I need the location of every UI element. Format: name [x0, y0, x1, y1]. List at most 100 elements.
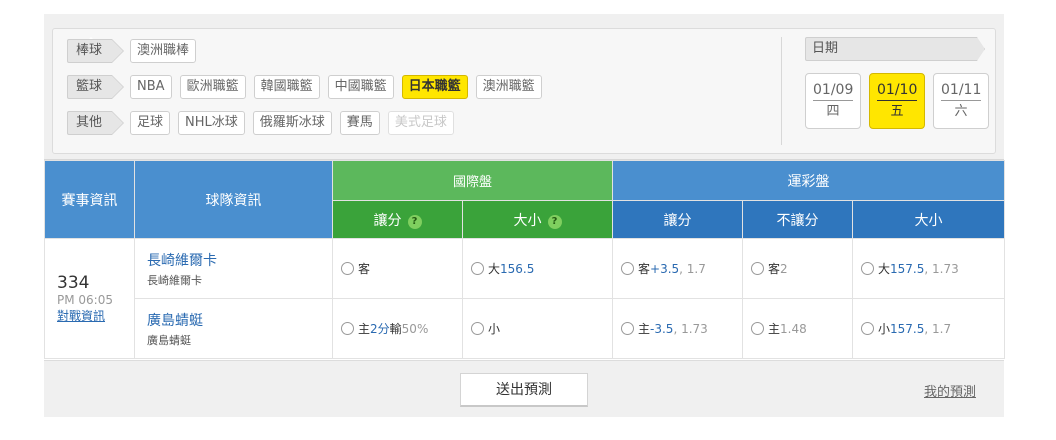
option-odds: 2 — [780, 262, 788, 276]
radio-button[interactable] — [621, 262, 635, 275]
option-odds: , 1.73 — [924, 262, 959, 276]
odds-table: 賽事資訊 球隊資訊 國際盤 運彩盤 讓分? 大小? 讓分 不讓分 大小 334 … — [44, 160, 1006, 359]
col-game-info: 賽事資訊 — [44, 160, 135, 239]
date-value: 01/10 — [877, 80, 917, 101]
table-row: 334 PM 06:05 對戰資訊 長崎維爾卡 長崎維爾卡 客 大156.5 客… — [44, 238, 1006, 359]
option-text: 主 — [358, 322, 371, 336]
col-sports-nohandicap: 不讓分 — [742, 200, 854, 239]
radio-button[interactable] — [861, 262, 875, 275]
option-intl-total[interactable]: 大156.5 — [461, 238, 614, 299]
table-row: 廣島蜻蜓 廣島蜻蜓 主2分輸50% 小 主-3.5, 1.73 主1.48 小1… — [45, 298, 1006, 359]
category-label-basketball: 籃球 — [67, 75, 125, 99]
option-odds: , 1.7 — [924, 322, 952, 336]
radio-button[interactable] — [861, 322, 875, 335]
option-value: -3.5 — [650, 322, 674, 336]
radio-button[interactable] — [751, 322, 765, 335]
option-text: 客 — [358, 262, 371, 276]
team-cell: 長崎維爾卡 長崎維爾卡 — [134, 238, 333, 299]
col-sports-handicap: 讓分 — [612, 200, 744, 239]
option-odds: , 1.73 — [673, 322, 708, 336]
my-predictions-link[interactable]: 我的預測 — [924, 381, 976, 400]
footer-bar: 送出預測 我的預測 — [44, 360, 1004, 417]
date-weekday: 六 — [954, 104, 968, 119]
date-weekday: 五 — [890, 104, 904, 119]
league-nba[interactable]: NBA — [130, 75, 172, 99]
team-subname: 廣島蜻蜓 — [147, 333, 191, 347]
league-soccer[interactable]: 足球 — [130, 111, 171, 135]
date-button-0111[interactable]: 01/11 六 — [933, 73, 989, 129]
category-row-basketball: 籃球 NBA 歐洲職籃 韓國職籃 中國職籃 日本職籃 澳洲職籃 — [67, 75, 550, 99]
league-russia-hockey[interactable]: 俄羅斯冰球 — [252, 111, 332, 135]
option-text: 客 — [638, 262, 651, 276]
col-intl-total: 大小? — [461, 200, 614, 239]
filter-inner: 棒球 澳洲職棒 籃球 NBA 歐洲職籃 韓國職籃 中國職籃 日本職籃 澳洲職籃 … — [52, 28, 996, 154]
radio-button[interactable] — [341, 322, 354, 335]
date-button-0110[interactable]: 01/10 五 — [869, 73, 925, 129]
game-info-cell: 334 PM 06:05 對戰資訊 — [44, 238, 135, 359]
help-icon[interactable]: ? — [407, 214, 422, 229]
date-weekday: 四 — [826, 104, 840, 119]
option-text: 客 — [768, 262, 781, 276]
option-intl-handicap[interactable]: 客 — [332, 238, 463, 299]
league-australia-baseball[interactable]: 澳洲職棒 — [130, 39, 197, 63]
filter-panel: 棒球 澳洲職棒 籃球 NBA 歐洲職籃 韓國職籃 中國職籃 日本職籃 澳洲職籃 … — [44, 14, 1004, 160]
team-cell: 廣島蜻蜓 廣島蜻蜓 — [134, 298, 333, 359]
league-australia-basketball[interactable]: 澳洲職籃 — [475, 75, 542, 99]
date-value: 01/09 — [813, 80, 853, 101]
radio-button[interactable] — [621, 322, 635, 335]
radio-button[interactable] — [341, 262, 354, 275]
category-row-baseball: 棒球 澳洲職棒 — [67, 39, 204, 63]
radio-button[interactable] — [471, 322, 484, 335]
option-value: 157.5 — [890, 322, 925, 336]
league-american-football: 美式足球 — [387, 111, 454, 135]
option-odds: , 1.7 — [679, 262, 706, 276]
option-text: 小 — [488, 322, 501, 336]
date-button-0109[interactable]: 01/09 四 — [805, 73, 861, 129]
option-value: +3.5 — [650, 262, 680, 276]
team-name[interactable]: 長崎維爾卡 — [147, 250, 332, 270]
option-sports-handicap[interactable]: 主-3.5, 1.73 — [612, 298, 744, 359]
group-sports-lottery: 運彩盤 — [612, 160, 1006, 201]
col-sports-total: 大小 — [852, 200, 1006, 239]
team-subname: 長崎維爾卡 — [147, 273, 202, 287]
col-intl-total-label: 大小 — [513, 212, 542, 229]
option-value: 156.5 — [500, 262, 535, 276]
help-icon[interactable]: ? — [547, 214, 562, 229]
game-number: 334 — [57, 273, 90, 293]
option-odds: 1.48 — [780, 322, 807, 336]
team-name[interactable]: 廣島蜻蜓 — [147, 310, 332, 330]
league-china-basketball[interactable]: 中國職籃 — [327, 75, 394, 99]
date-label: 日期 — [805, 37, 985, 61]
radio-button[interactable] — [471, 262, 484, 275]
option-intl-handicap[interactable]: 主2分輸50% — [332, 298, 463, 359]
league-euro-basketball[interactable]: 歐洲職籃 — [179, 75, 246, 99]
date-value: 01/11 — [941, 80, 981, 101]
league-nhl[interactable]: NHL冰球 — [178, 111, 245, 135]
radio-button[interactable] — [751, 262, 765, 275]
category-label-baseball: 棒球 — [67, 39, 125, 63]
league-korea-basketball[interactable]: 韓國職籃 — [253, 75, 320, 99]
matchup-link[interactable]: 對戰資訊 — [57, 307, 134, 324]
option-text: 主 — [638, 322, 651, 336]
option-sports-nohandicap[interactable]: 主1.48 — [742, 298, 854, 359]
option-sports-total[interactable]: 大157.5, 1.73 — [852, 238, 1006, 299]
category-label-other: 其他 — [67, 111, 125, 135]
league-japan-basketball[interactable]: 日本職籃 — [401, 75, 468, 99]
option-text: 小 — [878, 322, 891, 336]
option-extra: 輸 — [389, 322, 402, 336]
option-sports-nohandicap[interactable]: 客2 — [742, 238, 854, 299]
league-horse-racing[interactable]: 賽馬 — [339, 111, 380, 135]
option-sports-handicap[interactable]: 客+3.5, 1.7 — [612, 238, 744, 299]
col-team-info: 球隊資訊 — [134, 160, 333, 239]
section-divider — [781, 37, 782, 145]
option-intl-total[interactable]: 小 — [461, 298, 614, 359]
option-value: 2分 — [370, 322, 390, 336]
option-odds: 50% — [401, 322, 429, 336]
submit-prediction-button[interactable]: 送出預測 — [460, 373, 588, 407]
category-row-other: 其他 足球 NHL冰球 俄羅斯冰球 賽馬 美式足球 — [67, 111, 462, 135]
option-value: 157.5 — [890, 262, 925, 276]
col-intl-handicap-label: 讓分 — [373, 212, 402, 229]
option-sports-total[interactable]: 小157.5, 1.7 — [852, 298, 1006, 359]
option-text: 主 — [768, 322, 781, 336]
option-text: 大 — [488, 262, 501, 276]
